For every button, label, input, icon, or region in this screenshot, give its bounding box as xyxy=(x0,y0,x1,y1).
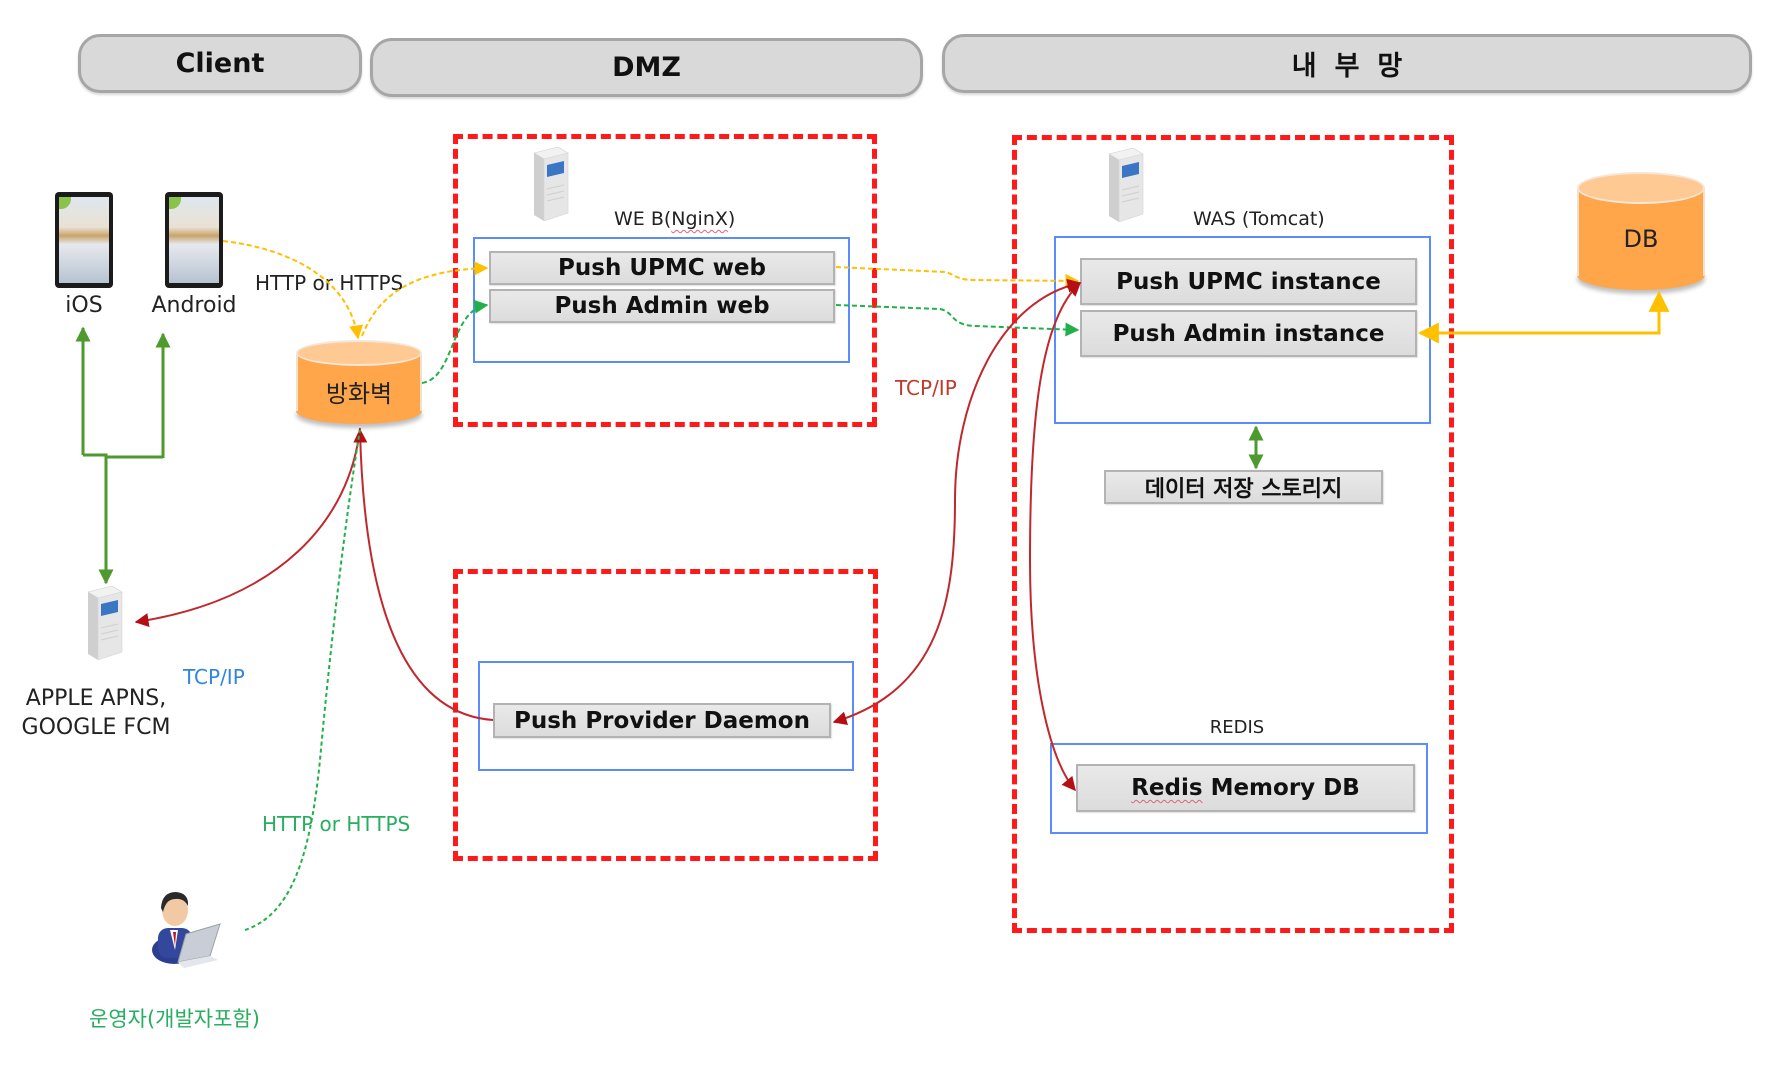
redis-memory-db-label: Redis Memory DB xyxy=(1131,775,1360,801)
push-upmc-instance[interactable]: Push UPMC instance xyxy=(1080,258,1417,305)
zone-header-dmz-label: DMZ xyxy=(612,52,681,83)
zone-header-dmz: DMZ xyxy=(370,38,923,97)
push-service-protocol-label: TCP/IP xyxy=(183,665,245,689)
zone-header-client: Client xyxy=(78,34,362,93)
db-to-admin-instance-link xyxy=(1417,290,1670,344)
zone-header-internal-label: 내부망 xyxy=(1291,51,1421,82)
push-admin-instance[interactable]: Push Admin instance xyxy=(1080,310,1417,357)
firewall-to-apns-link xyxy=(134,427,361,628)
redis-memory-db-label-word: Redis xyxy=(1131,775,1203,801)
android-device-icon xyxy=(165,192,223,288)
push-upmc-instance-label: Push UPMC instance xyxy=(1116,268,1381,295)
operator-to-firewall-link xyxy=(244,429,361,931)
web-server-label-prefix: WE B( xyxy=(614,208,672,230)
push-admin-web-label: Push Admin web xyxy=(554,293,770,319)
push-upmc-web-label: Push UPMC web xyxy=(558,255,766,281)
push-upmc-web[interactable]: Push UPMC web xyxy=(489,251,835,285)
android-label: Android xyxy=(151,293,237,318)
ios-label: iOS xyxy=(65,293,103,318)
push-admin-instance-label: Push Admin instance xyxy=(1112,320,1385,347)
redis-memory-db[interactable]: Redis Memory DB xyxy=(1076,764,1415,812)
db-label: DB xyxy=(1623,225,1659,253)
push-admin-web[interactable]: Push Admin web xyxy=(489,289,835,323)
connections-layer xyxy=(75,240,1670,931)
was-server-icon xyxy=(1108,148,1144,222)
push-service-label-line2: GOOGLE FCM xyxy=(21,715,171,740)
data-storage-label: 데이터 저장 스토리지 xyxy=(1144,477,1343,502)
web-server-label-suffix: ) xyxy=(727,208,736,230)
push-service-label-line1: APPLE APNS, xyxy=(25,686,167,711)
was-label: WAS (Tomcat) xyxy=(1193,208,1325,230)
operator-protocol-label: HTTP or HTTPS xyxy=(262,812,411,836)
dmz-tcpip-label: TCP/IP xyxy=(895,376,957,400)
db-cylinder: DB xyxy=(1577,172,1705,290)
redis-label: REDIS xyxy=(1209,717,1265,738)
redis-memory-db-label-rest: Memory DB xyxy=(1202,775,1360,801)
apns-fcm-server-icon xyxy=(87,586,123,660)
data-storage[interactable]: 데이터 저장 스토리지 xyxy=(1104,470,1383,504)
firewall-cylinder: 방화벽 xyxy=(296,340,422,424)
operator-label: 운영자(개발자포함) xyxy=(89,1007,260,1031)
ios-device-icon xyxy=(55,192,113,288)
web-server-label: WE B(NginX) xyxy=(614,208,735,230)
operator-icon xyxy=(152,892,221,968)
push-provider-daemon[interactable]: Push Provider Daemon xyxy=(493,703,831,738)
zone-header-internal: 내부망 xyxy=(942,34,1752,93)
web-server-icon xyxy=(533,147,569,221)
firewall-label: 방화벽 xyxy=(325,380,393,408)
web-server-label-name: NginX xyxy=(671,208,728,230)
zone-header-client-label: Client xyxy=(175,48,265,79)
device-junction xyxy=(83,453,163,459)
push-provider-daemon-label: Push Provider Daemon xyxy=(514,707,810,734)
